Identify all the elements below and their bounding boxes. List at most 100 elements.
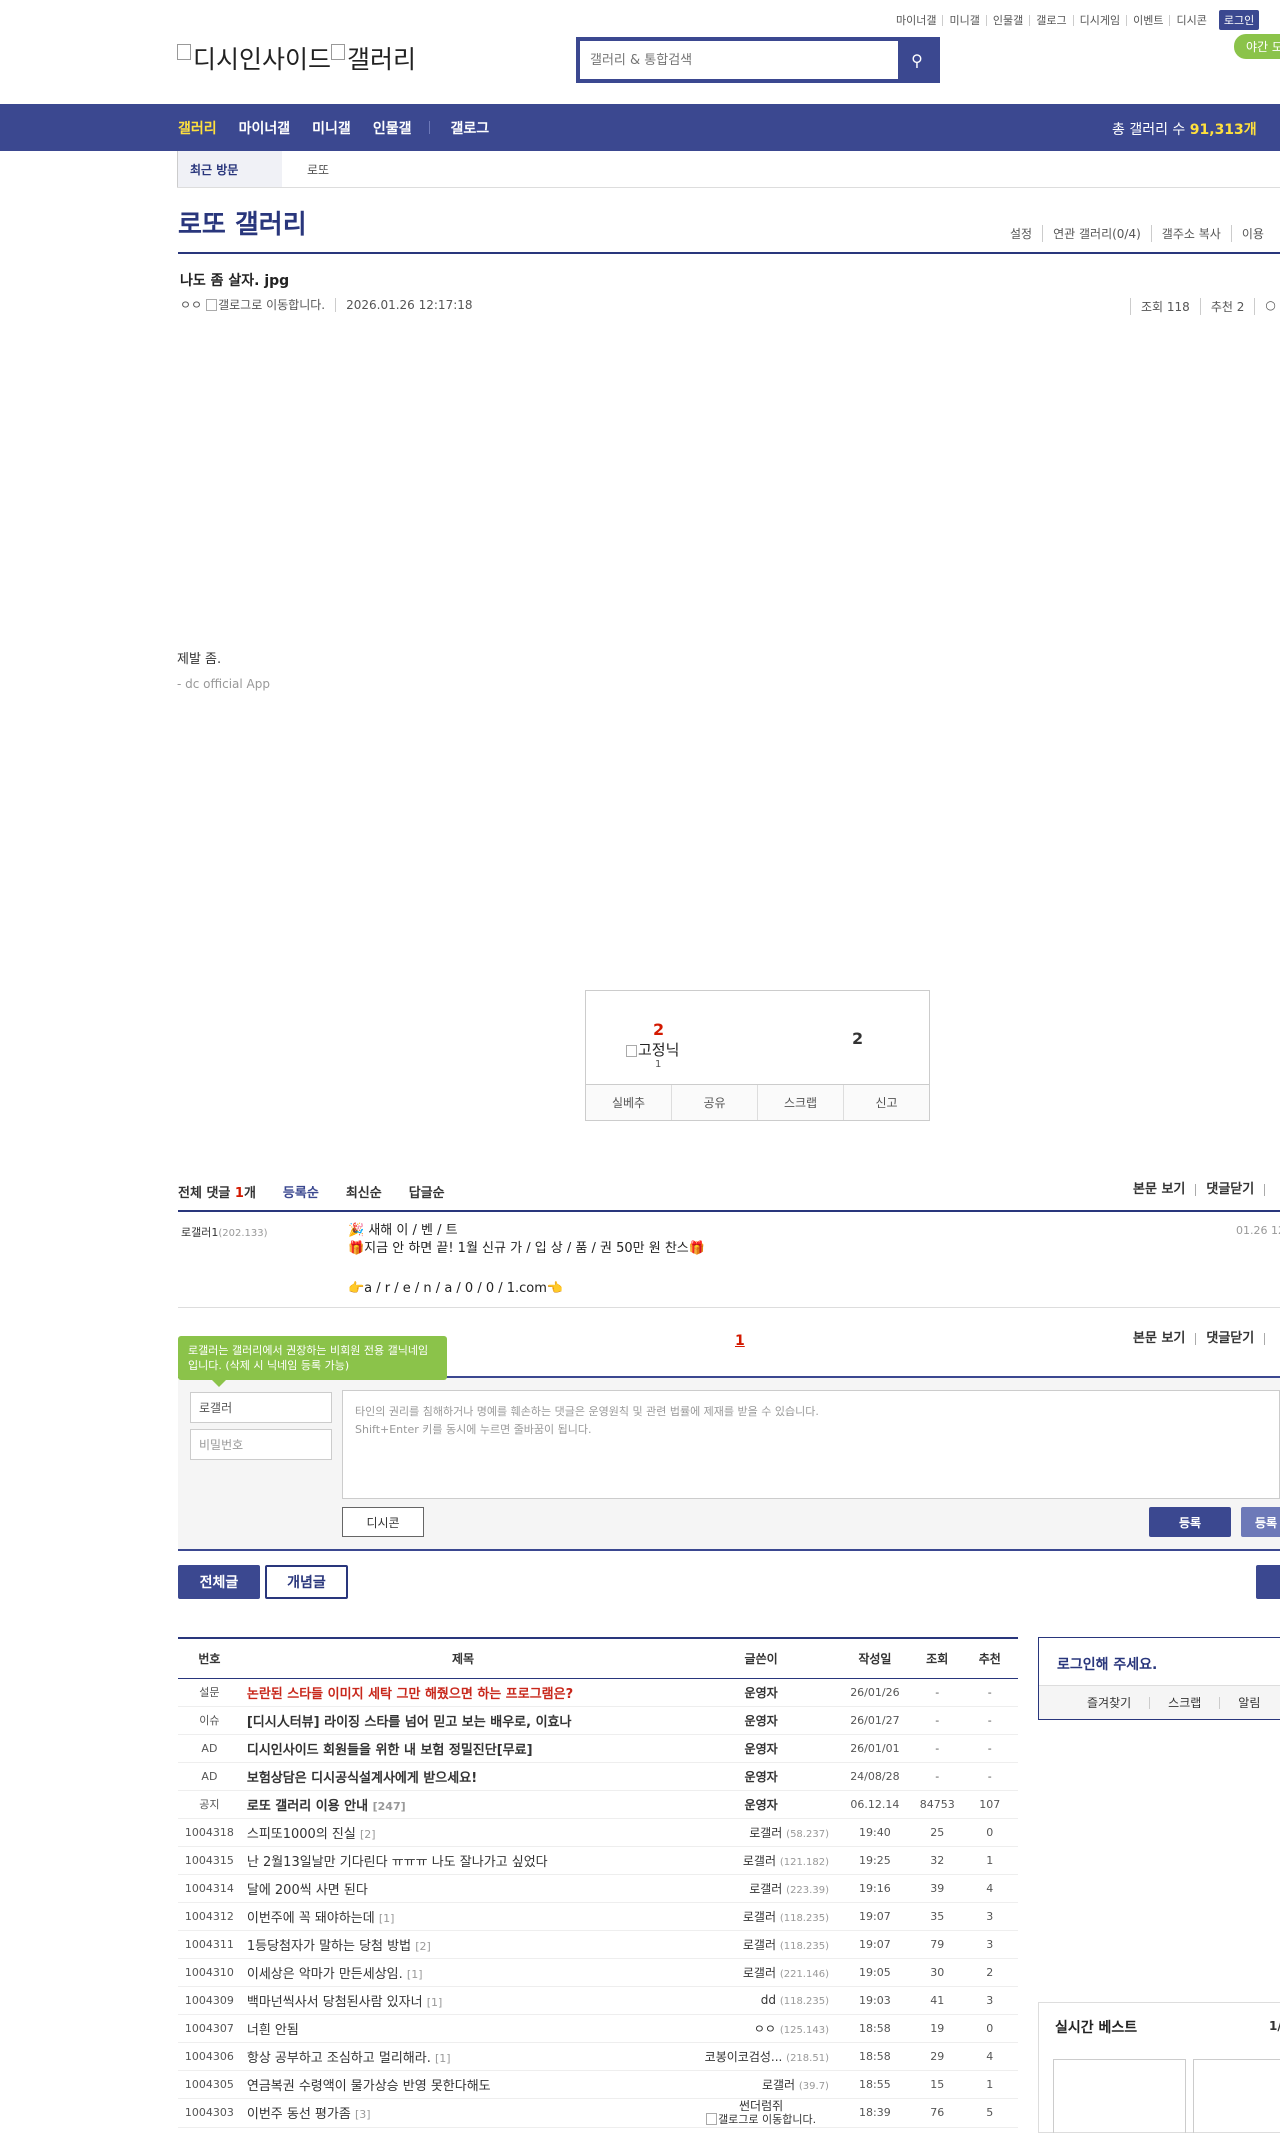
copy-address-link[interactable]: 갤주소 복사 xyxy=(1150,225,1231,242)
table-row[interactable]: 1004306 항상 공부하고 조심하고 멀리해라. [1] 코봉이코검성... (… xyxy=(178,2042,1018,2071)
login-button[interactable]: 로그인 xyxy=(1218,10,1260,30)
util-link-minor[interactable]: 마이너갤 xyxy=(890,15,942,26)
post-title-cell[interactable]: 백마넌씩사서 당첨된사람 있자너 [1] xyxy=(240,1986,686,2015)
alarm-link[interactable]: 알림 xyxy=(1219,1696,1278,1709)
report-button[interactable]: 신고 xyxy=(843,1085,929,1120)
night-mode-button[interactable]: 야간 모 xyxy=(1234,34,1280,59)
post-title-cell[interactable]: 난 2월13일날만 기다린다 ㅠㅠㅠ 나도 잘나가고 싶었다 xyxy=(240,1846,686,1875)
post-title-cell[interactable]: 로또 갤러리 이용 안내 [247] xyxy=(240,1790,686,1819)
post-title-link[interactable]: 항상 공부하고 조심하고 멀리해라. xyxy=(247,2051,431,2066)
post-title-cell[interactable]: 보험상담은 디시공식설계사에게 받으세요! xyxy=(240,1762,686,1791)
scrap-link[interactable]: 스크랩 xyxy=(1149,1696,1219,1709)
best-thumbnail[interactable] xyxy=(1053,2059,1186,2133)
post-writer[interactable]: 운영자 xyxy=(685,1678,837,1707)
table-row[interactable]: 1004311 1등당첨자가 말하는 당첨 방법 [2] 로갤러 (118.235)… xyxy=(178,1930,1018,1959)
comment-page-1[interactable]: 1 xyxy=(735,1333,745,1349)
reply-count[interactable]: [1] xyxy=(435,2052,451,2065)
search-input[interactable] xyxy=(580,41,898,79)
login-message[interactable]: 로그인해 주세요. xyxy=(1057,1654,1157,1674)
gallery-settings-link[interactable]: 설정 xyxy=(1000,225,1042,242)
table-row[interactable]: 1004312 이번주에 꼭 돼야하는데 [1] 로갤러 (118.235) 19:0… xyxy=(178,1902,1018,1931)
table-row[interactable]: 1004305 연금복권 수령액이 물가상승 반영 못한다해도 로갤러 (39.7… xyxy=(178,2070,1018,2099)
post-writer[interactable]: dd (118.235) xyxy=(685,1986,837,2015)
post-title-cell[interactable]: 너흰 안됨 xyxy=(240,2014,686,2043)
sort-latest[interactable]: 최신순 xyxy=(346,1182,382,1201)
post-title-cell[interactable]: 항상 공부하고 조심하고 멀리해라. [1] xyxy=(240,2042,686,2071)
tab-all-posts[interactable]: 전체글 xyxy=(178,1565,260,1599)
post-title-cell[interactable]: 1등당첨자가 말하는 당첨 방법 [2] xyxy=(240,1930,686,1959)
view-body-link[interactable]: 본문 보기 xyxy=(1123,1183,1195,1196)
post-title-link[interactable]: 로또 갤러리 이용 안내 xyxy=(247,1799,368,1814)
nav-gallog[interactable]: 갤로그 xyxy=(450,118,489,138)
sort-reply[interactable]: 답글순 xyxy=(409,1182,445,1201)
password-field[interactable]: 비밀번호 xyxy=(190,1429,332,1460)
table-row[interactable]: AD 보험상담은 디시공식설계사에게 받으세요! 운영자 24/08/28- - xyxy=(178,1762,1018,1791)
site-logo[interactable]: 디시인사이드 갤러리 xyxy=(177,40,416,76)
post-title-link[interactable]: 달에 200씩 사면 된다 xyxy=(247,1883,368,1898)
post-title-cell[interactable]: [디시人터뷰] 라이징 스타를 넘어 믿고 보는 배우로, 이효나 xyxy=(240,1706,686,1735)
reply-count[interactable]: [2] xyxy=(360,1828,376,1841)
post-writer[interactable]: 운영자 xyxy=(685,1734,837,1763)
table-row[interactable]: 1004307 너흰 안됨 ㅇㅇ (125.143) 18:58 19 0 xyxy=(178,2014,1018,2043)
post-writer[interactable]: ㅇㅇ (125.143) xyxy=(685,2014,837,2043)
post-writer[interactable]: 로갤러 (58.237) xyxy=(685,1818,837,1847)
close-comments-link[interactable]: 댓글닫기 xyxy=(1195,1332,1264,1345)
view-body-link[interactable]: 본문 보기 xyxy=(1123,1332,1195,1345)
nav-mini[interactable]: 미니갤 xyxy=(312,118,351,138)
nav-minor[interactable]: 마이너갤 xyxy=(239,118,291,138)
post-writer[interactable]: 로갤러 (221.146) xyxy=(685,1958,837,1987)
util-link-mini[interactable]: 미니갤 xyxy=(942,14,985,26)
write-post-button[interactable] xyxy=(1256,1565,1280,1599)
post-title-cell[interactable]: 달에 200씩 사면 된다 xyxy=(240,1874,686,1903)
util-link-person[interactable]: 인물갤 xyxy=(985,14,1029,26)
close-comments-link[interactable]: 댓글닫기 xyxy=(1195,1183,1264,1196)
nav-gallery[interactable]: 갤러리 xyxy=(178,118,217,138)
real-best-button[interactable]: 실베추 xyxy=(586,1085,671,1120)
post-writer[interactable]: 운영자 xyxy=(685,1706,837,1735)
post-title-link[interactable]: 이번주 동선 평가좀 xyxy=(247,2107,351,2122)
post-title-link[interactable]: [디시人터뷰] 라이징 스타를 넘어 믿고 보는 배우로, 이효나 xyxy=(247,1715,572,1730)
reply-count[interactable]: [1] xyxy=(407,1968,423,1981)
reply-count[interactable]: [1] xyxy=(379,1912,395,1925)
nickname-field[interactable]: 로갤러 xyxy=(190,1392,332,1423)
table-row[interactable]: 이슈 [디시人터뷰] 라이징 스타를 넘어 믿고 보는 배우로, 이효나 운영자 … xyxy=(178,1706,1018,1735)
sort-registered[interactable]: 등록순 xyxy=(283,1182,319,1201)
post-title-link[interactable]: 이세상은 악마가 만든세상임. xyxy=(247,1967,403,1982)
submit-button[interactable]: 등록 xyxy=(1149,1507,1231,1537)
gallery-title[interactable]: 로또 갤러리 xyxy=(178,204,307,241)
table-row[interactable]: 설문 논란된 스타들 이미지 세탁 그만 해줬으면 하는 프로그램은? 운영자 2… xyxy=(178,1678,1018,1707)
post-writer[interactable]: 로갤러 (223.39) xyxy=(685,1874,837,1903)
table-row[interactable]: 1004309 백마넌씩사서 당첨된사람 있자너 [1] dd (118.235) 1… xyxy=(178,1986,1018,2015)
post-title-cell[interactable]: 디시인사이드 회원들을 위한 내 보험 정밀진단[무료] xyxy=(240,1734,686,1763)
reply-count[interactable]: [247] xyxy=(373,1800,406,1813)
table-row[interactable]: 1004310 이세상은 악마가 만든세상임. [1] 로갤러 (221.146) 1… xyxy=(178,1958,1018,1987)
submit-recommend-button[interactable]: 등록 xyxy=(1241,1507,1280,1537)
related-gallery-link[interactable]: 연관 갤러리(0/4) xyxy=(1042,225,1151,242)
table-row[interactable]: 1004315 난 2월13일날만 기다린다 ㅠㅠㅠ 나도 잘나가고 싶었다 로갤… xyxy=(178,1846,1018,1875)
table-row[interactable]: 1004303 이번주 동선 평가좀 [3] 썬더럼쥐 갤로그로 이동합니다. 18:3… xyxy=(178,2098,1018,2128)
tab-best-posts[interactable]: 개념글 xyxy=(265,1565,348,1599)
table-row[interactable]: 공지 로또 갤러리 이용 안내 [247] 운영자 06.12.14 84753 107 xyxy=(178,1790,1018,1819)
post-author[interactable]: ㅇㅇ xyxy=(180,296,202,313)
post-title-cell[interactable]: 이번주 동선 평가좀 [3] xyxy=(240,2098,686,2128)
reply-count[interactable]: [1] xyxy=(427,1996,443,2009)
share-button[interactable]: 공유 xyxy=(671,1085,757,1120)
reply-count[interactable]: [2] xyxy=(415,1940,431,1953)
usage-link[interactable]: 이용 xyxy=(1230,225,1274,242)
util-link-game[interactable]: 디시게임 xyxy=(1072,14,1126,26)
post-writer[interactable]: 운영자 xyxy=(685,1790,837,1819)
post-title-cell[interactable]: 이세상은 악마가 만든세상임. [1] xyxy=(240,1958,686,1987)
post-writer[interactable]: 운영자 xyxy=(685,1762,837,1791)
post-title-link[interactable]: 보험상담은 디시공식설계사에게 받으세요! xyxy=(247,1771,477,1786)
best-thumbnail[interactable] xyxy=(1193,2059,1280,2133)
recent-visit-label[interactable]: 최근 방문 xyxy=(177,151,282,187)
comment-nick[interactable]: 로갤러1(202.133) xyxy=(181,1224,268,1240)
post-title-link[interactable]: 1등당첨자가 말하는 당첨 방법 xyxy=(247,1939,411,1954)
post-writer[interactable]: 코봉이코검성... (218.51) xyxy=(685,2042,837,2071)
search-button[interactable]: ⚲ xyxy=(898,41,936,79)
util-link-gallog[interactable]: 갤로그 xyxy=(1029,14,1072,26)
post-title-link[interactable]: 연금복권 수령액이 물가상승 반영 못한다해도 xyxy=(247,2079,491,2094)
favorites-link[interactable]: 즐겨찾기 xyxy=(1039,1697,1149,1709)
post-title-link[interactable]: 너흰 안됨 xyxy=(247,2023,299,2038)
post-writer[interactable]: 로갤러 (118.235) xyxy=(685,1902,837,1931)
